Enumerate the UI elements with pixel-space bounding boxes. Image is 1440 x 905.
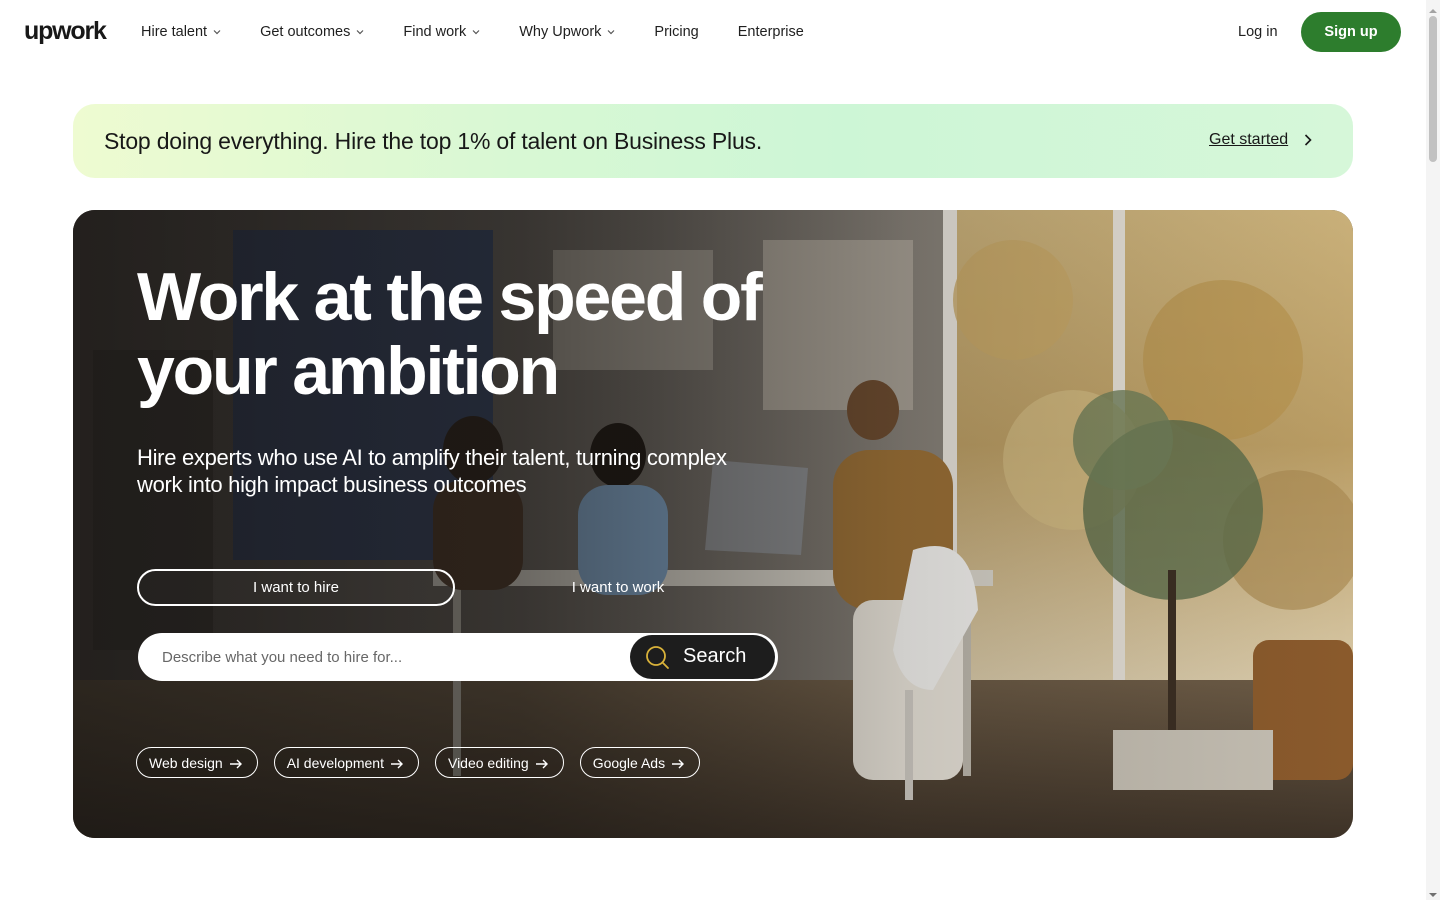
- chip-label: Web design: [149, 754, 223, 771]
- chevron-right-icon: [1302, 133, 1314, 147]
- chip-label: Google Ads: [592, 754, 666, 771]
- scroll-down-arrow-icon[interactable]: [1428, 887, 1438, 897]
- nav-find-work[interactable]: Find work: [403, 22, 481, 42]
- chip-ai-development[interactable]: AI development: [273, 747, 419, 778]
- chip-web-design[interactable]: Web design: [136, 747, 258, 778]
- hero-section: Work at the speed of your ambition Hire …: [73, 210, 1353, 838]
- nav-hire-talent[interactable]: Hire talent: [141, 22, 222, 42]
- chip-video-editing[interactable]: Video editing: [434, 747, 564, 778]
- page-scrollbar[interactable]: [1426, 0, 1440, 900]
- nav-label: Find work: [403, 24, 467, 40]
- scroll-up-arrow-icon[interactable]: [1428, 3, 1438, 13]
- arrow-right-icon: [229, 757, 243, 769]
- chip-google-ads[interactable]: Google Ads: [579, 747, 701, 778]
- nav-label: Enterprise: [737, 24, 804, 40]
- get-started-link[interactable]: Get started: [1209, 131, 1314, 149]
- search-input[interactable]: [138, 633, 628, 681]
- chip-label: AI development: [286, 754, 384, 771]
- nav-why-upwork[interactable]: Why Upwork: [519, 22, 616, 42]
- nav-pricing[interactable]: Pricing: [654, 22, 698, 42]
- hero-subtitle: Hire experts who use AI to amplify their…: [137, 445, 727, 497]
- arrow-right-icon: [671, 757, 685, 769]
- search-button-label: Search: [683, 645, 747, 667]
- scrollbar-thumb[interactable]: [1429, 16, 1437, 162]
- get-started-label: Get started: [1209, 131, 1289, 148]
- chevron-down-icon: [471, 27, 481, 37]
- nav-label: Pricing: [654, 24, 699, 40]
- promo-banner: Stop doing everything. Hire the top 1% o…: [73, 104, 1353, 178]
- search-bar: Search: [138, 633, 778, 681]
- login-link[interactable]: Log in: [1238, 24, 1278, 40]
- hero-title: Work at the speed of your ambition: [137, 259, 763, 409]
- nav-enterprise[interactable]: Enterprise: [738, 22, 804, 42]
- nav-label: Hire talent: [141, 24, 208, 40]
- arrow-right-icon: [535, 757, 549, 769]
- main-nav: Hire talent Get outcomes Find work Why U…: [141, 22, 843, 42]
- site-header: upwork Hire talent Get outcomes Find wor…: [0, 0, 1426, 64]
- chip-label: Video editing: [447, 754, 529, 771]
- hire-work-toggle: I want to hire I want to work: [137, 569, 779, 606]
- nav-get-outcomes[interactable]: Get outcomes: [260, 22, 365, 42]
- search-icon: [644, 644, 670, 670]
- nav-label: Get outcomes: [260, 24, 351, 40]
- chevron-down-icon: [606, 27, 616, 37]
- upwork-logo[interactable]: upwork: [24, 17, 107, 46]
- arrow-right-icon: [390, 757, 404, 769]
- toggle-work-option[interactable]: I want to work: [459, 569, 777, 606]
- toggle-hire-option[interactable]: I want to hire: [137, 569, 455, 606]
- nav-label: Why Upwork: [519, 24, 602, 40]
- search-button[interactable]: Search: [630, 635, 775, 679]
- chevron-down-icon: [355, 27, 365, 37]
- signup-button[interactable]: Sign up: [1301, 12, 1401, 52]
- chevron-down-icon: [212, 27, 222, 37]
- popular-searches: Web design AI development Video editing …: [136, 747, 716, 778]
- promo-text: Stop doing everything. Hire the top 1% o…: [104, 128, 763, 154]
